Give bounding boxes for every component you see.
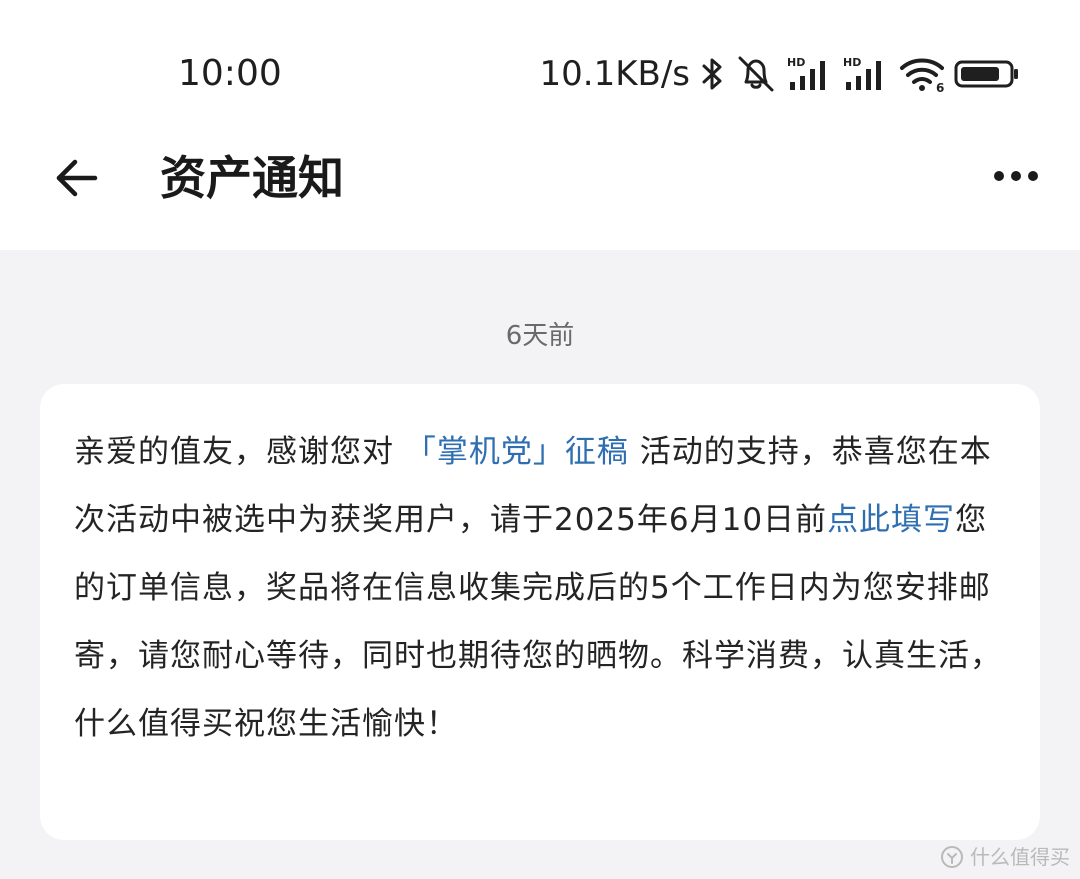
more-dots-icon	[994, 171, 1038, 181]
page-title: 资产通知	[160, 151, 344, 205]
arrow-left-icon	[56, 159, 98, 197]
signal-hd-icon: HD	[843, 56, 881, 90]
smzdm-logo-icon	[941, 846, 963, 868]
wifi-icon: 6	[900, 58, 944, 93]
more-button[interactable]	[986, 152, 1046, 200]
app-header: 10:00 10.1KB/s HD HD 6 资产通知	[0, 0, 1080, 250]
status-icons: 10.1KB/s HD HD 6	[540, 52, 1021, 96]
status-time: 10:00	[178, 53, 282, 94]
hd-label: HD	[787, 56, 805, 69]
message-text-1: 亲爱的值友，感谢您对	[74, 434, 405, 470]
hd-label: HD	[843, 56, 861, 69]
watermark: 什么值得买	[940, 845, 1070, 869]
mute-icon	[738, 56, 774, 92]
message-card: 亲爱的值友，感谢您对 「掌机党」征稿 活动的支持，恭喜您在本次活动中被选中为获奖…	[40, 384, 1040, 840]
activity-link[interactable]: 「掌机党」征稿	[405, 434, 629, 470]
wifi-label: 6	[936, 81, 944, 93]
watermark-text: 什么值得买	[970, 845, 1070, 869]
network-speed: 10.1KB/s	[539, 54, 691, 94]
bluetooth-icon	[702, 58, 722, 90]
battery-icon	[954, 60, 1018, 88]
fill-form-link[interactable]: 点此填写	[827, 502, 955, 538]
signal-hd-icon: HD	[787, 56, 825, 90]
message-text-3: 您的订单信息，奖品将在信息收集完成后的5个工作日内为您安排邮寄，请您耐心等待，同…	[74, 502, 1002, 742]
message-body: 亲爱的值友，感谢您对 「掌机党」征稿 活动的支持，恭喜您在本次活动中被选中为获奖…	[74, 418, 1006, 758]
message-time: 6天前	[505, 321, 575, 351]
back-button[interactable]	[48, 150, 104, 206]
